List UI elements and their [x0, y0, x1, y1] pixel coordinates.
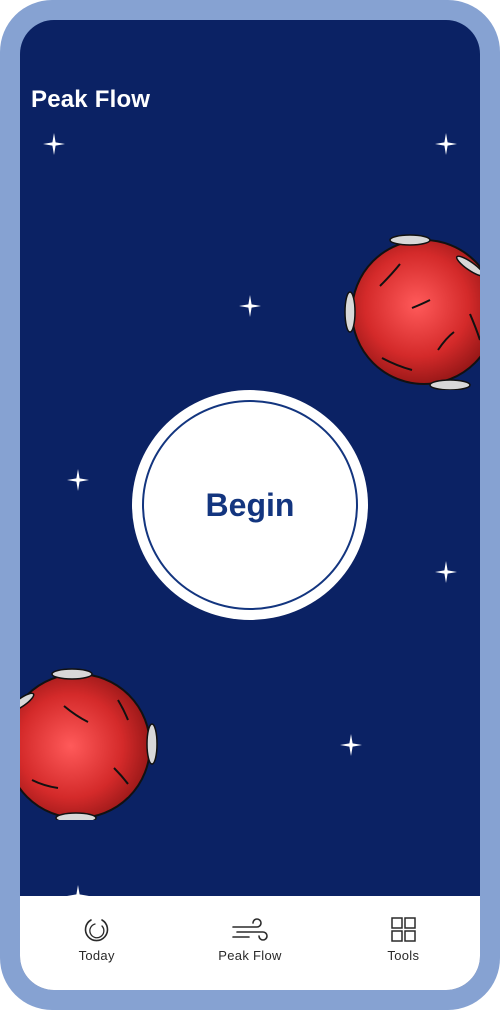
- wind-icon: [231, 916, 269, 944]
- star-icon: [238, 294, 262, 318]
- page-title: Peak Flow: [31, 86, 151, 113]
- grid-icon: [388, 916, 418, 944]
- star-icon: [339, 733, 363, 757]
- begin-button[interactable]: Begin: [142, 400, 358, 610]
- tab-bar: Today Peak Flow Tools: [20, 896, 480, 990]
- tab-tools[interactable]: Tools: [327, 896, 480, 990]
- phone-frame: Peak Flow Begin Today Peak Flow Tools: [0, 0, 500, 1010]
- tab-peak-flow[interactable]: Peak Flow: [173, 896, 326, 990]
- tab-tools-label: Tools: [387, 948, 420, 963]
- star-icon: [434, 132, 458, 156]
- virus-illustration: [20, 660, 158, 820]
- star-icon: [66, 468, 90, 492]
- tab-peak-flow-label: Peak Flow: [218, 948, 282, 963]
- star-icon: [434, 560, 458, 584]
- today-ring-icon: [82, 916, 112, 944]
- star-icon: [42, 132, 66, 156]
- tab-today[interactable]: Today: [20, 896, 173, 990]
- tab-today-label: Today: [78, 948, 115, 963]
- begin-button-ring: Begin: [132, 390, 368, 620]
- app-screen: Peak Flow Begin Today Peak Flow Tools: [20, 20, 480, 990]
- virus-illustration: [342, 230, 480, 390]
